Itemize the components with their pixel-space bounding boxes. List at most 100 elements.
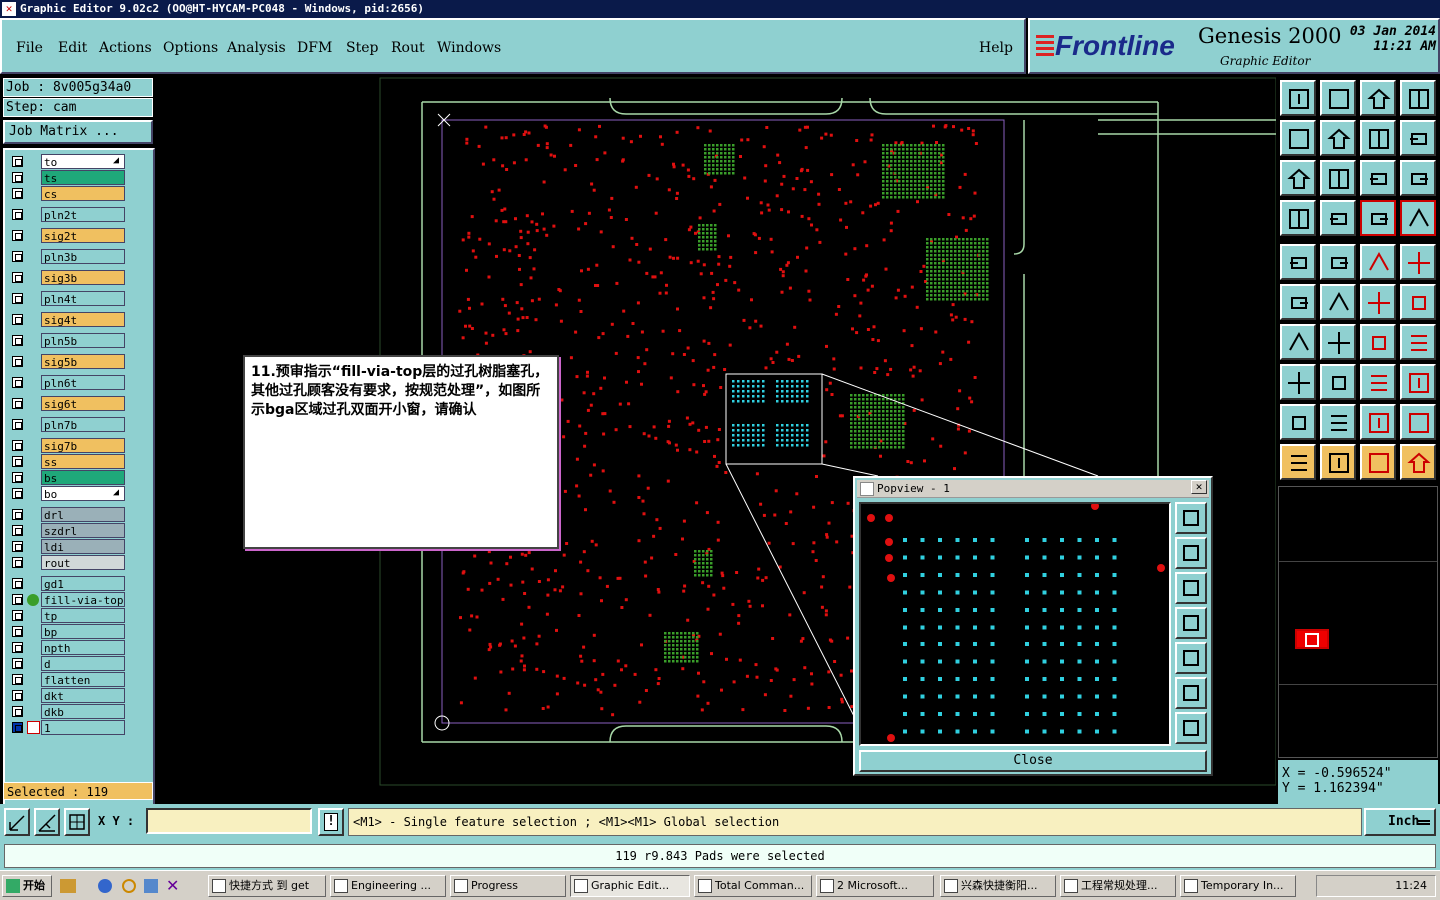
pv-left-icon[interactable]: [1175, 607, 1207, 639]
pv-right-icon[interactable]: [1175, 642, 1207, 674]
minimap-viewport[interactable]: [1295, 629, 1329, 649]
window-split-icon[interactable]: [1400, 80, 1436, 116]
layer-row[interactable]: cs: [9, 186, 129, 201]
polygon-icon[interactable]: [1320, 404, 1356, 440]
layer-checkbox[interactable]: [12, 398, 23, 409]
layer-display-icon[interactable]: [1360, 200, 1396, 236]
layer-checkbox[interactable]: [12, 706, 23, 717]
menu-file[interactable]: File: [16, 40, 43, 56]
select-alt-icon[interactable]: [1320, 444, 1356, 480]
move-alt-icon[interactable]: [1400, 284, 1436, 320]
taskbar-task[interactable]: Engineering ...: [330, 875, 446, 897]
layer-row[interactable]: 1: [9, 720, 129, 735]
taskbar-task[interactable]: Progress: [450, 875, 566, 897]
menu-help[interactable]: Help: [979, 40, 1013, 56]
layer-checkbox[interactable]: [12, 658, 23, 669]
layer-checkbox[interactable]: [12, 188, 23, 199]
select-net-icon[interactable]: [1400, 444, 1436, 480]
connect-icon[interactable]: [1280, 284, 1316, 320]
move-icon[interactable]: [1360, 284, 1396, 320]
taskbar-task[interactable]: Total Comman...: [694, 875, 812, 897]
clock-app-icon[interactable]: [122, 879, 136, 893]
zoom-home-icon[interactable]: [1280, 80, 1316, 116]
layer-checkbox[interactable]: [12, 525, 23, 536]
cross-icon[interactable]: [1320, 284, 1356, 320]
menu-step[interactable]: Step: [346, 40, 378, 56]
pv-down-icon[interactable]: [1175, 572, 1207, 604]
layer-checkbox[interactable]: [12, 578, 23, 589]
quicklaunch-icon[interactable]: [60, 879, 76, 893]
layer-checkbox[interactable]: [12, 377, 23, 388]
layer-row[interactable]: dkb: [9, 704, 129, 719]
popview-close-icon[interactable]: ✕: [1191, 480, 1207, 494]
select-icon[interactable]: [1280, 444, 1316, 480]
layer-row[interactable]: sig4t: [9, 312, 129, 327]
layer-checkbox[interactable]: [12, 172, 23, 183]
layer-checkbox[interactable]: [12, 314, 23, 325]
menu-rout[interactable]: Rout: [391, 40, 425, 56]
triangle-icon[interactable]: [1280, 404, 1316, 440]
scale-1-2-icon[interactable]: [1360, 160, 1396, 196]
layer-checkbox[interactable]: [12, 488, 23, 499]
measure-icon[interactable]: [34, 808, 60, 836]
layer-row[interactable]: ss: [9, 454, 129, 469]
overview-minimap[interactable]: [1278, 486, 1438, 758]
redraw-icon[interactable]: [1400, 120, 1436, 156]
layer-row[interactable]: szdrl: [9, 523, 129, 538]
popview-close-button[interactable]: Close: [859, 750, 1207, 772]
shapes-icon[interactable]: [1400, 364, 1436, 400]
taskbar-task[interactable]: 工程常规处理...: [1060, 875, 1176, 897]
layer-checkbox[interactable]: [12, 594, 23, 605]
layer-row[interactable]: to ◢: [9, 154, 129, 169]
taskbar-task[interactable]: 2 Microsoft...: [816, 875, 934, 897]
layer-row[interactable]: dkt: [9, 688, 129, 703]
layer-row[interactable]: ts: [9, 170, 129, 185]
pv-center-icon[interactable]: [1175, 712, 1207, 744]
layer-checkbox[interactable]: [12, 440, 23, 451]
layer-row[interactable]: pln5b: [9, 333, 129, 348]
layer-checkbox[interactable]: [12, 722, 23, 733]
center-icon[interactable]: [1320, 160, 1356, 196]
angle-icon[interactable]: [1280, 324, 1316, 360]
taskbar-task[interactable]: Graphic Edit...: [570, 875, 690, 897]
layer-row[interactable]: flatten: [9, 672, 129, 687]
xy-input[interactable]: [146, 808, 312, 834]
resize-icon[interactable]: [1280, 364, 1316, 400]
select-area-icon[interactable]: [1360, 444, 1396, 480]
copy-icon[interactable]: [1400, 324, 1436, 360]
pv-zoom-icon[interactable]: [1175, 502, 1207, 534]
layer-row[interactable]: sig2t: [9, 228, 129, 243]
popview-titlebar[interactable]: Popview - 1: [857, 480, 1209, 498]
menu-windows[interactable]: Windows: [437, 40, 501, 56]
pv-fit-icon[interactable]: [1175, 677, 1207, 709]
layer-row[interactable]: sig7b: [9, 438, 129, 453]
layer-checkbox[interactable]: [12, 272, 23, 283]
layer-checkbox[interactable]: [12, 541, 23, 552]
layer-row[interactable]: bs: [9, 470, 129, 485]
layer-row[interactable]: bo ◢: [9, 486, 129, 501]
options-icon[interactable]: [1280, 200, 1316, 236]
layer-row[interactable]: drl: [9, 507, 129, 522]
layer-row[interactable]: sig6t: [9, 396, 129, 411]
line-edit-icon[interactable]: [1320, 324, 1356, 360]
layer-display-alt-icon[interactable]: [1400, 200, 1436, 236]
fit-icon[interactable]: [1280, 160, 1316, 196]
help-icon[interactable]: [1400, 160, 1436, 196]
layer-checkbox[interactable]: [12, 674, 23, 685]
snap-icon[interactable]: [4, 808, 30, 836]
layer-checkbox[interactable]: [12, 472, 23, 483]
popview-canvas[interactable]: [859, 502, 1171, 746]
warning-icon[interactable]: !: [318, 808, 344, 836]
x-app-icon[interactable]: ✕: [166, 876, 179, 895]
ie-icon[interactable]: [98, 879, 112, 893]
taskbar-task[interactable]: 快捷方式 到 get: [208, 875, 326, 897]
layer-checkbox[interactable]: [12, 356, 23, 367]
arc-icon[interactable]: [1360, 324, 1396, 360]
layer-row[interactable]: npth: [9, 640, 129, 655]
layer-row[interactable]: d: [9, 656, 129, 671]
ruler-icon[interactable]: [1360, 244, 1396, 280]
layer-row[interactable]: tp: [9, 608, 129, 623]
layer-row[interactable]: sig3b: [9, 270, 129, 285]
layer-row[interactable]: fill-via-top: [9, 592, 129, 607]
grid-snap-icon[interactable]: [64, 808, 90, 836]
